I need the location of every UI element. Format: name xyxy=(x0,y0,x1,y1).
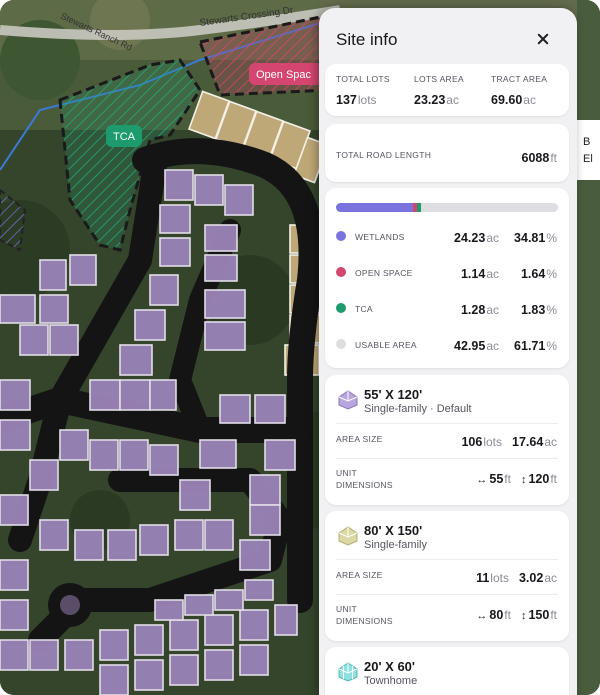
house-icon xyxy=(338,526,358,546)
lots-area-value: 23.23 xyxy=(414,93,446,107)
divider xyxy=(336,423,558,424)
total-lots-value: 137 xyxy=(336,93,357,107)
lots-area-stat: LOTS AREA 23.23ac xyxy=(414,74,464,107)
house-icon xyxy=(338,390,358,410)
road-length-card: TOTAL ROAD LENGTH 6088ft xyxy=(325,124,569,182)
lot-type-subtitle: Townhome xyxy=(364,675,418,687)
divider xyxy=(336,594,558,595)
road-length-caption: TOTAL ROAD LENGTH xyxy=(336,150,432,160)
lot-type-name: 80' X 150' xyxy=(364,523,423,538)
lot-type-subtitle: Single-family xyxy=(364,539,427,551)
width-arrow-icon: ↔ xyxy=(476,474,488,486)
open-space-dot xyxy=(336,267,346,277)
svg-text:TCA: TCA xyxy=(113,131,136,143)
svg-text:El: El xyxy=(583,153,593,165)
tract-area-value: 69.60 xyxy=(491,93,523,107)
lot-type-card[interactable]: 20' X 60' Townhome xyxy=(325,647,569,695)
area-row-usable-area[interactable]: USABLE AREA 42.95ac 61.71% xyxy=(325,334,569,354)
lot-type-name: 55' X 120' xyxy=(364,387,423,402)
area-row-wetlands[interactable]: WETLANDS 24.23ac 34.81% xyxy=(325,226,569,246)
usable-area-dot xyxy=(336,339,346,349)
lot-type-card[interactable]: 55' X 120' Single-family · Default AREA … xyxy=(325,375,569,505)
area-breakdown-card: WETLANDS 24.23ac 34.81% OPEN SPACE 1.14a… xyxy=(325,188,569,368)
tract-area-stat: TRACT AREA 69.60ac xyxy=(491,74,548,107)
wetlands-segment xyxy=(336,203,414,212)
lot-type-name: 20' X 60' xyxy=(364,659,415,674)
close-icon[interactable] xyxy=(533,30,553,50)
tca-segment xyxy=(416,203,421,212)
lot-type-card[interactable]: 80' X 150' Single-family AREA SIZE 11lot… xyxy=(325,511,569,641)
divider xyxy=(336,559,558,560)
total-lots-stat: TOTAL LOTS 137lots xyxy=(336,74,390,107)
width-arrow-icon: ↔ xyxy=(476,610,488,622)
road-length-value: 6088 xyxy=(521,151,550,165)
panel-title: Site info xyxy=(336,30,398,49)
panel-header: Site info xyxy=(319,8,577,64)
tca-tag: TCA xyxy=(106,125,142,147)
townhome-icon xyxy=(338,662,358,682)
area-row-tca[interactable]: TCA 1.28ac 1.83% xyxy=(325,298,569,318)
svg-text:Open Spac: Open Spac xyxy=(256,69,312,81)
open-space-tag: Open Spac xyxy=(249,63,329,85)
wetlands-dot xyxy=(336,231,346,241)
divider xyxy=(336,458,558,459)
site-info-panel: Site info TOTAL LOTS 137lots LOTS AREA 2… xyxy=(319,8,577,695)
depth-arrow-icon: ↕ xyxy=(520,610,527,622)
totals-card: TOTAL LOTS 137lots LOTS AREA 23.23ac TRA… xyxy=(325,64,569,116)
svg-text:B: B xyxy=(583,136,590,148)
area-distribution-bar xyxy=(336,203,558,212)
tca-dot xyxy=(336,303,346,313)
depth-arrow-icon: ↕ xyxy=(520,474,527,486)
area-row-open-space[interactable]: OPEN SPACE 1.14ac 1.64% xyxy=(325,262,569,282)
lot-type-subtitle: Single-family · Default xyxy=(364,403,472,415)
app-window: Stewarts Crossing Dr Stewarts Ranch Rd T… xyxy=(0,0,600,695)
